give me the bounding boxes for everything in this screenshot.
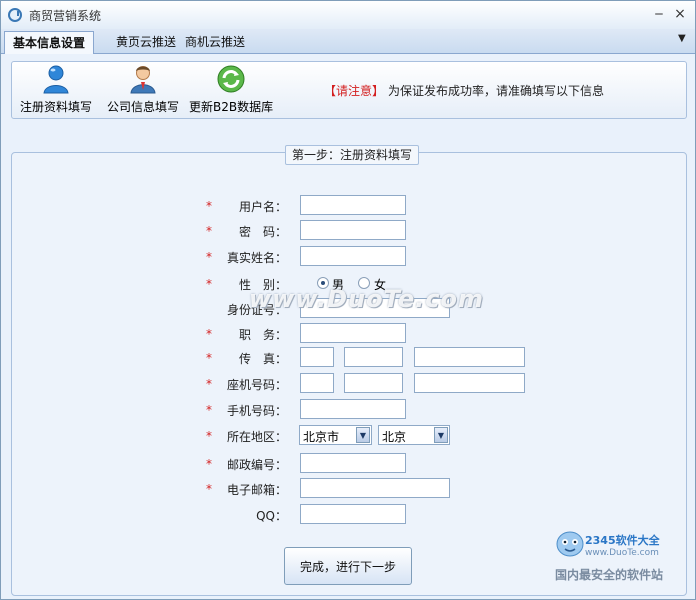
phone-row: * 座机号码： (1, 373, 696, 395)
brand-watermark: 2345软件大全 www.DuoTe.com 国内最安全的软件站 (555, 526, 663, 582)
fax-label: 传 真： (238, 352, 287, 366)
tab-bar: 基本信息设置 黄页云推送 商机云推送 ▼ (1, 29, 695, 54)
mascot-icon (556, 531, 584, 557)
region-row: * 所在地区： 北京市 ▼ 北京 ▼ (1, 425, 696, 447)
city-value: 北京 (382, 430, 407, 444)
qq-label: QQ： (256, 509, 287, 523)
username-input[interactable] (300, 195, 406, 215)
update-b2b-button[interactable]: 更新B2B数据库 (189, 64, 273, 115)
postcode-label: 邮政编号： (226, 458, 287, 472)
password-label: 密 码： (238, 225, 287, 239)
realname-row: * 真实姓名： (1, 246, 696, 268)
notice-text: 为保证发布成功率，请准确填写以下信息 (388, 84, 605, 98)
form-step-title: 第一步：注册资料填写 (285, 145, 420, 165)
position-label: 职 务： (238, 328, 287, 342)
app-window: 商贸营销系统 ‒ × 基本信息设置 黄页云推送 商机云推送 ▼ 注册资料填写 公… (0, 0, 696, 600)
business-person-icon (128, 64, 158, 94)
title-bar: 商贸营销系统 ‒ × (1, 1, 695, 29)
postcode-input[interactable] (300, 453, 406, 473)
tab-basic-info[interactable]: 基本信息设置 (4, 31, 95, 54)
company-info-button[interactable]: 公司信息填写 (107, 64, 179, 115)
province-select[interactable]: 北京市 ▼ (299, 425, 372, 445)
phone-area-code-input[interactable] (344, 373, 403, 393)
watermark-text: www.DuoTe.com (249, 285, 484, 313)
password-row: * 密 码： (1, 220, 696, 242)
tab-yellow-pages-push[interactable]: 黄页云推送 (108, 31, 184, 54)
toolbar: 注册资料填写 公司信息填写 更新B2B数据库 【请注意】 为保证发布成功率，请准… (11, 61, 687, 119)
password-input[interactable] (300, 220, 406, 240)
mobile-label: 手机号码： (226, 404, 287, 418)
phone-label: 座机号码： (226, 378, 287, 392)
window-title: 商贸营销系统 (29, 9, 102, 23)
fax-row: * 传 真： (1, 347, 696, 369)
postcode-row: * 邮政编号： (1, 453, 696, 475)
tab-menu-arrow-icon[interactable]: ▼ (678, 33, 686, 44)
phone-number-input[interactable] (414, 373, 525, 393)
brand-site-text: www.DuoTe.com (585, 548, 659, 558)
position-row: * 职 务： (1, 323, 696, 345)
close-button[interactable]: × (671, 5, 689, 23)
phone-country-code-input[interactable] (300, 373, 334, 393)
qq-input[interactable] (300, 504, 406, 524)
next-step-button[interactable]: 完成，进行下一步 (284, 547, 412, 585)
chevron-down-icon[interactable]: ▼ (434, 427, 448, 443)
mobile-input[interactable] (300, 399, 406, 419)
username-row: * 用户名： (1, 195, 696, 217)
region-label: 所在地区： (226, 430, 287, 444)
notice-key: 【请注意】 (324, 84, 385, 98)
brand-slogan: 国内最安全的软件站 (555, 568, 664, 582)
fax-number-input[interactable] (414, 347, 525, 367)
minimize-button[interactable]: ‒ (650, 5, 668, 23)
brand-logo-text: 2345软件大全 (585, 534, 660, 547)
username-label: 用户名： (238, 200, 287, 214)
refresh-icon (216, 64, 246, 94)
chevron-down-icon[interactable]: ▼ (356, 427, 370, 443)
email-input[interactable] (300, 478, 450, 498)
register-info-label: 注册资料填写 (20, 100, 93, 114)
realname-input[interactable] (300, 246, 406, 266)
fax-area-code-input[interactable] (344, 347, 403, 367)
app-logo-icon (8, 8, 22, 22)
update-b2b-label: 更新B2B数据库 (189, 100, 274, 114)
realname-label: 真实姓名： (226, 251, 287, 265)
fax-country-code-input[interactable] (300, 347, 334, 367)
user-icon (41, 64, 71, 94)
register-info-button[interactable]: 注册资料填写 (20, 64, 92, 115)
email-row: * 电子邮箱： (1, 478, 696, 500)
mobile-row: * 手机号码： (1, 399, 696, 421)
company-info-label: 公司信息填写 (107, 100, 180, 114)
email-label: 电子邮箱： (226, 483, 287, 497)
city-select[interactable]: 北京 ▼ (378, 425, 450, 445)
qq-row: QQ： (1, 504, 696, 526)
tab-business-push[interactable]: 商机云推送 (177, 31, 253, 54)
province-value: 北京市 (303, 430, 340, 444)
position-input[interactable] (300, 323, 406, 343)
